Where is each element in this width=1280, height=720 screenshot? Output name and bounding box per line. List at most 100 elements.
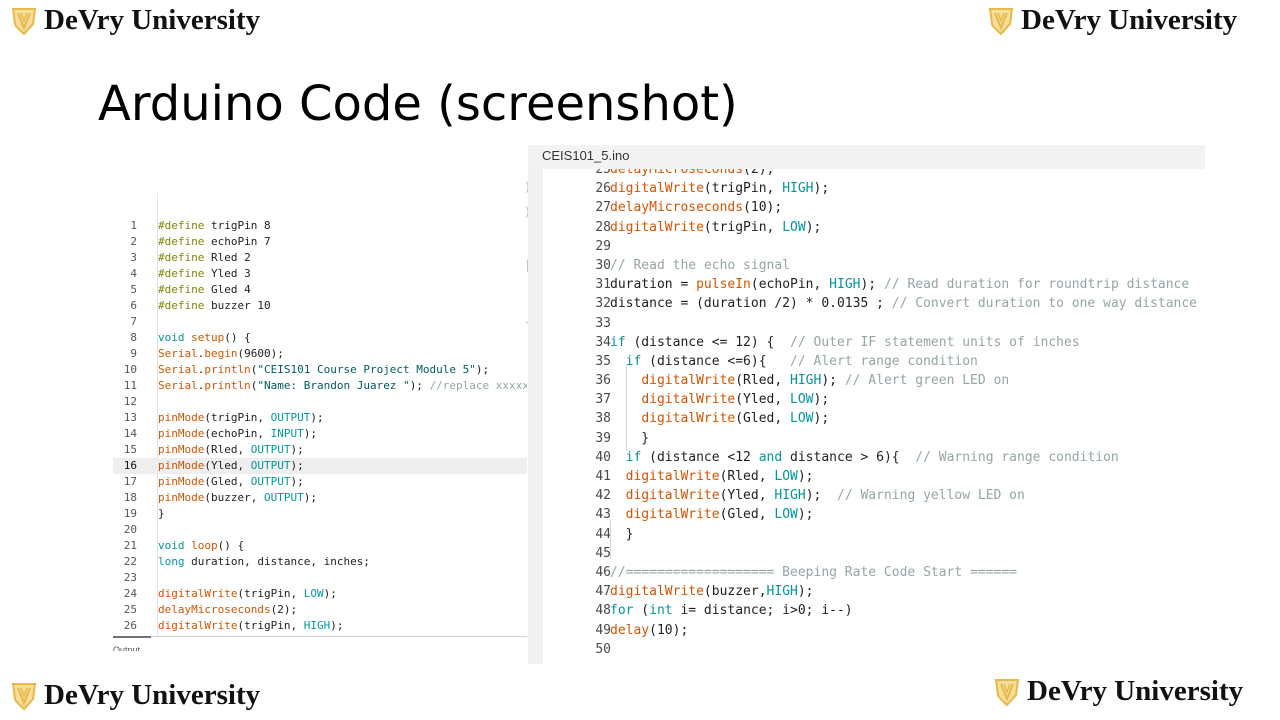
code-line[interactable]: 3 #define Rled 2 [113, 250, 527, 266]
code-line[interactable]: 4 #define Yled 3 [113, 266, 527, 282]
code-text: //=================== Beeping Rate Code … [610, 564, 1017, 580]
line-number: 49 [595, 622, 611, 638]
line-number: 4 [130, 267, 137, 280]
code-text: digitalWrite(trigPin, LOW); [610, 219, 822, 235]
code-line[interactable]: 28 digitalWrite(trigPin, LOW); [528, 218, 1205, 237]
code-line[interactable]: 17 pinMode(Gled, OUTPUT); [113, 474, 527, 490]
devry-shield-icon [11, 7, 37, 35]
left-code-lines: 1 #define trigPin 8 2 #define echoPin 7 3 #de… [113, 218, 527, 634]
line-number: 46 [595, 564, 611, 580]
code-line[interactable]: 14 pinMode(echoPin, INPUT); [113, 426, 527, 442]
line-number: 6 [130, 299, 137, 312]
code-line[interactable]: 35 if (distance <=6){ // Alert range con… [528, 352, 1205, 371]
line-number: 47 [595, 584, 611, 600]
code-line[interactable]: 13 pinMode(trigPin, OUTPUT); [113, 410, 527, 426]
code-line[interactable]: 12 [113, 394, 527, 410]
code-line[interactable]: 21 void loop() { [113, 538, 527, 554]
right-code-editor[interactable]: 25 delayMicroseconds(2); 26 digitalWrite(tr… [528, 145, 1205, 664]
code-line[interactable]: 19} [113, 506, 527, 522]
code-line[interactable]: 7 [113, 314, 527, 330]
line-number: 11 [123, 379, 137, 392]
code-line[interactable]: 27 delayMicroseconds(10); [528, 198, 1205, 217]
code-line[interactable]: 37 digitalWrite(Yled, LOW); [528, 390, 1205, 409]
code-line[interactable]: 48 for (int i= distance; i>0; i--) [528, 601, 1205, 620]
line-number: 10 [123, 363, 137, 376]
line-number: 45 [595, 545, 611, 561]
code-line[interactable]: 41 digitalWrite(Rled, LOW); [528, 467, 1205, 486]
code-line[interactable]: 42 digitalWrite(Yled, HIGH); // Warning … [528, 486, 1205, 505]
code-text: } [158, 507, 165, 520]
code-line[interactable]: 11 Serial.println("Name: Brandon Juarez "… [113, 378, 527, 394]
output-panel-label[interactable]: Output [113, 643, 140, 651]
line-number: 26 [595, 181, 611, 197]
line-number: 22 [123, 555, 137, 568]
code-line[interactable]: 8 void setup() { [113, 330, 527, 346]
code-line[interactable]: 47 digitalWrite(buzzer,HIGH); [528, 582, 1205, 601]
line-number: 32 [595, 296, 611, 312]
code-line[interactable]: 38 digitalWrite(Gled, LOW); [528, 409, 1205, 428]
brand-name: DeVry University [44, 679, 261, 711]
line-number: 35 [595, 353, 611, 369]
line-number: 14 [123, 427, 137, 440]
code-text: Serial.begin(9600); [158, 347, 284, 360]
line-number: 24 [123, 587, 137, 600]
devry-shield-icon [11, 682, 37, 710]
line-number: 15 [123, 443, 137, 456]
line-number: 13 [123, 411, 137, 424]
code-text: } [610, 526, 634, 542]
output-panel-border [113, 636, 527, 637]
code-line[interactable]: 15 pinMode(Rled, OUTPUT); [113, 442, 527, 458]
code-line[interactable]: 1 #define trigPin 8 [113, 218, 527, 234]
line-number: 29 [595, 238, 611, 254]
code-line[interactable]: 36 digitalWrite(Rled, HIGH); // Alert gr… [528, 371, 1205, 390]
code-text: Serial.println("Name: Brandon Juarez ");… [158, 379, 527, 392]
code-line[interactable]: 39 } [528, 429, 1205, 448]
code-line[interactable]: 9 Serial.begin(9600); [113, 346, 527, 362]
code-text: pinMode(trigPin, OUTPUT); [158, 411, 324, 424]
code-line[interactable]: 43 digitalWrite(Gled, LOW); [528, 505, 1205, 524]
code-line[interactable]: 29 [528, 237, 1205, 256]
code-line[interactable]: 34 if (distance <= 12) { // Outer IF stat… [528, 333, 1205, 352]
code-line[interactable]: 24 digitalWrite(trigPin, LOW); [113, 586, 527, 602]
code-line[interactable]: 32 distance = (duration /2) * 0.0135 ; //… [528, 294, 1205, 313]
code-line[interactable]: 49 delay(10); [528, 621, 1205, 640]
code-line[interactable]: 30// Read the echo signal [528, 256, 1205, 275]
code-line[interactable]: 6 #define buzzer 10 [113, 298, 527, 314]
code-line[interactable]: 50 [528, 640, 1205, 659]
code-text: digitalWrite(Yled, HIGH); // Warning yel… [625, 488, 1025, 504]
left-code-editor[interactable]: 1 #define trigPin 8 2 #define echoPin 7 3 #de… [113, 193, 527, 655]
code-line[interactable]: 46//=================== Beeping Rate Cod… [528, 563, 1205, 582]
brand-name: DeVry University [1027, 675, 1244, 707]
code-line[interactable]: 45 [528, 544, 1205, 563]
code-line[interactable]: 2 #define echoPin 7 [113, 234, 527, 250]
code-text: digitalWrite(buzzer,HIGH); [610, 584, 814, 600]
code-text: digitalWrite(Gled, LOW); [625, 507, 814, 523]
code-line[interactable]: 44 } [528, 525, 1205, 544]
line-number: 7 [130, 315, 137, 328]
code-line[interactable]: 5 #define Gled 4 [113, 282, 527, 298]
code-line[interactable]: 16 pinMode(Yled, OUTPUT); [113, 458, 527, 474]
code-line[interactable]: 22 long duration, distance, inches; [113, 554, 527, 570]
indent-guide [626, 365, 627, 451]
tab-ceis101-5-ino[interactable]: CEIS101_5.ino [542, 145, 630, 169]
line-number: 17 [123, 475, 137, 488]
code-line[interactable]: 10 Serial.println("CEIS101 Course Project… [113, 362, 527, 378]
code-text: for (int i= distance; i>0; i--) [610, 603, 853, 619]
devry-shield-icon [988, 7, 1014, 35]
code-line[interactable]: 23 [113, 570, 527, 586]
code-line[interactable]: 31 duration = pulseIn(echoPin, HIGH); // … [528, 275, 1205, 294]
code-line[interactable]: 18 pinMode(buzzer, OUTPUT); [113, 490, 527, 506]
right-code-lines: 25 delayMicroseconds(2); 26 digitalWrite(tr… [528, 160, 1205, 659]
code-line[interactable]: 40 if (distance <12 and distance > 6){ /… [528, 448, 1205, 467]
code-text: pinMode(Rled, OUTPUT); [158, 443, 304, 456]
code-line[interactable]: 33 [528, 314, 1205, 333]
code-text: #define Rled 2 [158, 251, 251, 264]
code-line[interactable]: 25 delayMicroseconds(2); [113, 602, 527, 618]
code-line[interactable]: 26 digitalWrite(trigPin, HIGH); [113, 618, 527, 634]
brand-name: DeVry University [44, 4, 261, 36]
code-text: // Read the echo signal [610, 257, 791, 273]
code-line[interactable]: 20 [113, 522, 527, 538]
code-line[interactable]: 26 digitalWrite(trigPin, HIGH); [528, 179, 1205, 198]
code-text: delay(10); [610, 622, 689, 638]
line-number: 19 [123, 507, 137, 520]
